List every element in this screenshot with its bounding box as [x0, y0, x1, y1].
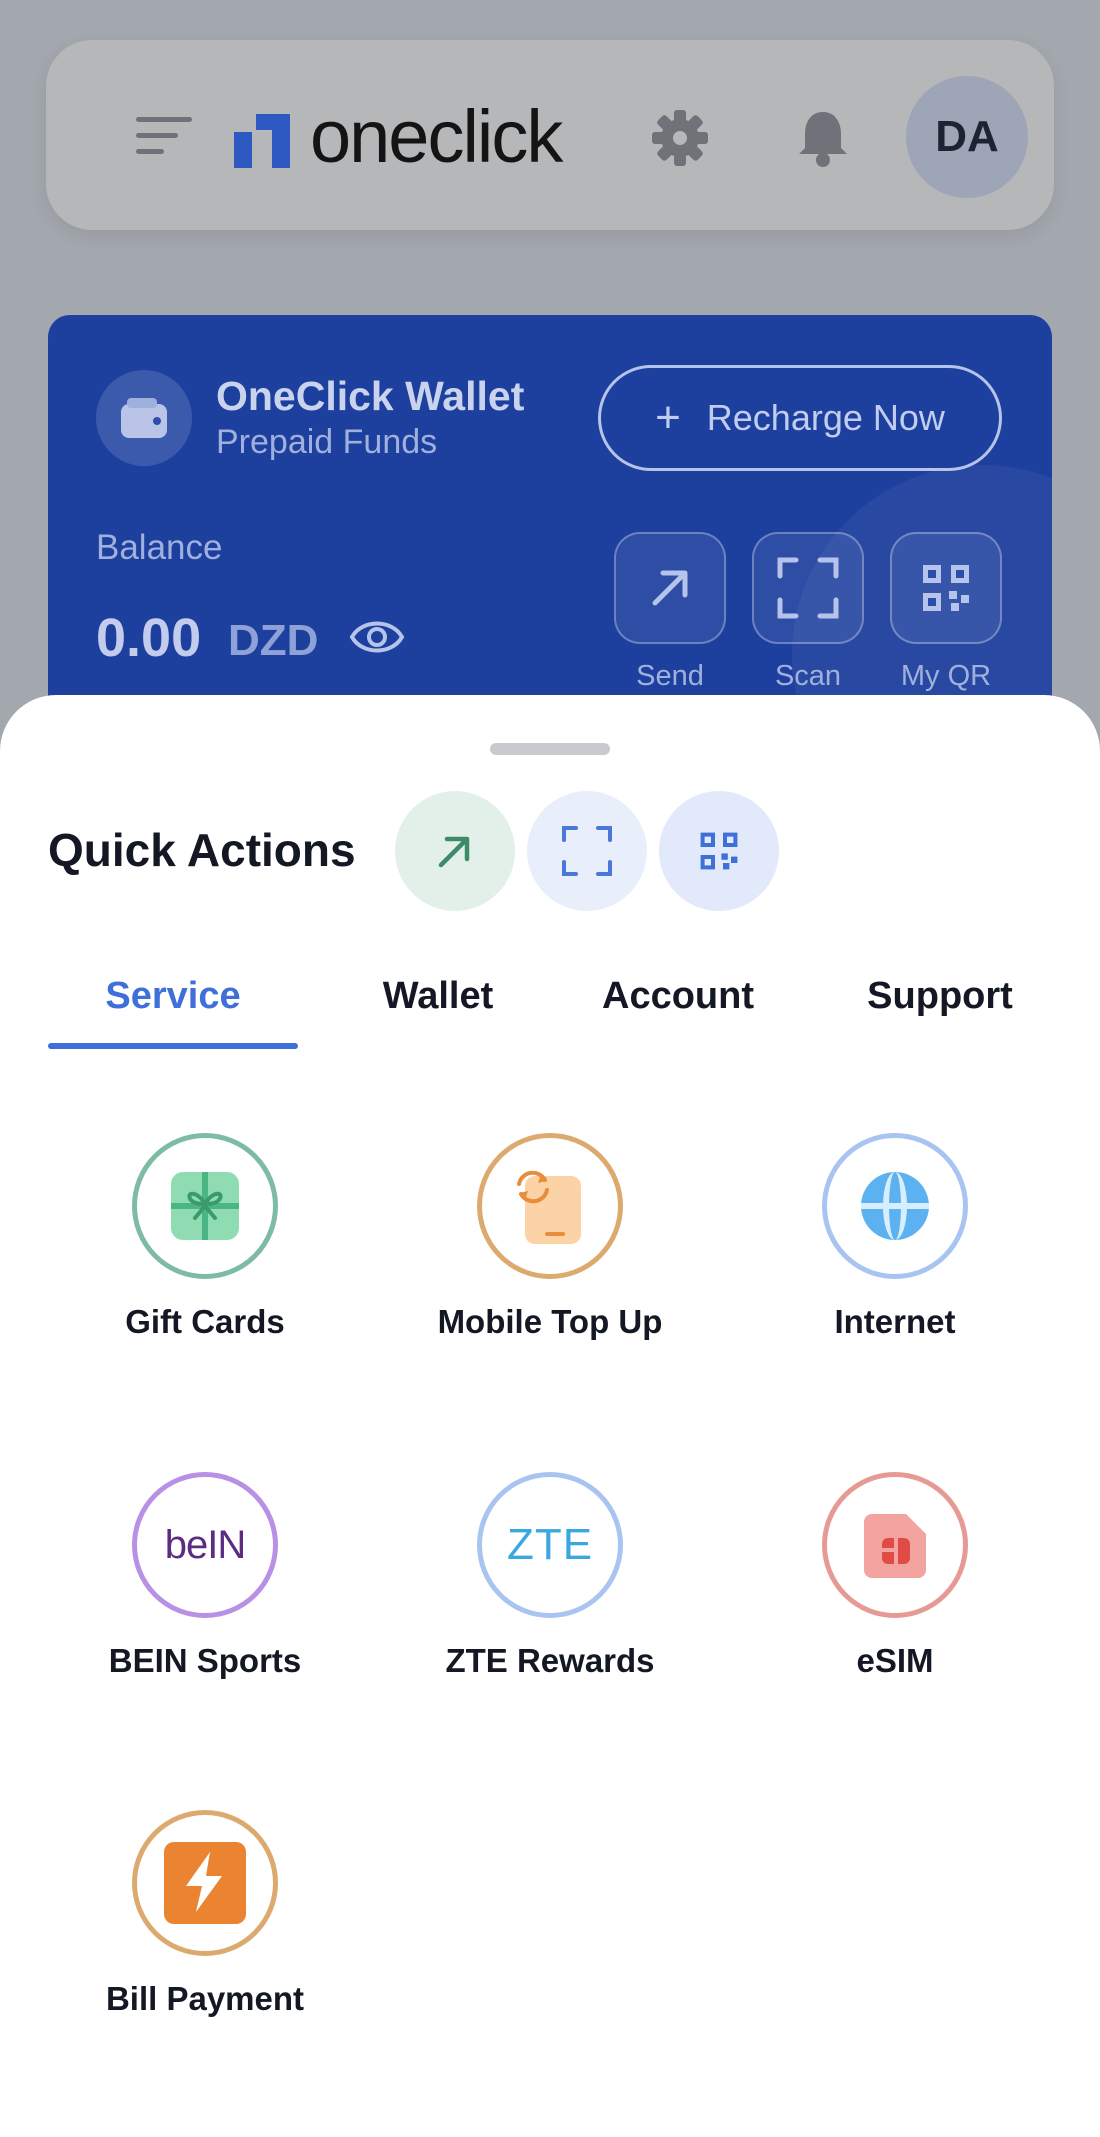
active-tab-indicator	[48, 1043, 298, 1049]
qr-code-icon	[700, 832, 738, 870]
arrow-up-right-icon	[652, 570, 688, 606]
menu-icon[interactable]	[136, 113, 192, 157]
bottom-sheet: Quick Actions Service Wallet Account Sup…	[0, 695, 1100, 2137]
tab-support[interactable]: Support	[828, 965, 1052, 1049]
service-mobile-top-up[interactable]: Mobile Top Up	[400, 1133, 700, 1341]
gear-icon[interactable]	[650, 108, 710, 168]
tab-account[interactable]: Account	[568, 965, 788, 1049]
bell-icon[interactable]	[795, 108, 851, 168]
bein-logo-icon: beIN	[132, 1472, 278, 1618]
balance-currency: DZD	[228, 616, 319, 665]
my-qr-card-button[interactable]	[890, 532, 1002, 644]
globe-icon	[822, 1133, 968, 1279]
wallet-card: OneClick Wallet Prepaid Funds + Recharge…	[48, 315, 1052, 735]
zte-logo-icon: ZTE	[477, 1472, 623, 1618]
service-internet[interactable]: Internet	[745, 1133, 1045, 1341]
service-bill-payment[interactable]: Bill Payment	[55, 1810, 355, 2018]
balance-label: Balance	[96, 528, 223, 567]
service-label: Internet	[834, 1303, 956, 1340]
balance-amount: 0.00	[96, 608, 202, 668]
recharge-now-button[interactable]: + Recharge Now	[598, 365, 1002, 471]
avatar[interactable]: DA	[906, 76, 1028, 198]
lightning-icon	[132, 1810, 278, 1956]
scan-icon	[562, 826, 612, 876]
sim-card-icon	[822, 1472, 968, 1618]
my-qr-label: My QR	[900, 660, 992, 692]
gift-icon	[132, 1133, 278, 1279]
recharge-label: Recharge Now	[706, 397, 945, 438]
brand-logo-text: oneclick	[310, 95, 563, 178]
service-zte-rewards[interactable]: ZTE ZTE Rewards	[400, 1472, 700, 1680]
arrow-up-right-icon	[438, 836, 470, 868]
service-label: eSIM	[856, 1642, 934, 1679]
logo-mark-icon	[234, 114, 290, 168]
send-label: Send	[636, 660, 704, 692]
service-label: ZTE Rewards	[445, 1642, 655, 1679]
quick-scan-button[interactable]	[527, 791, 647, 911]
scan-icon	[777, 557, 839, 619]
service-label: Mobile Top Up	[437, 1303, 663, 1340]
wallet-title: OneClick Wallet	[216, 373, 525, 419]
service-label: Bill Payment	[105, 1980, 305, 2017]
service-bein-sports[interactable]: beIN BEIN Sports	[55, 1472, 355, 1680]
quick-my-qr-button[interactable]	[659, 791, 779, 911]
quick-actions-title: Quick Actions	[48, 824, 356, 876]
qr-code-icon	[923, 565, 969, 611]
mobile-refresh-icon	[477, 1133, 623, 1279]
service-gift-cards[interactable]: Gift Cards	[55, 1133, 355, 1341]
wallet-subtitle: Prepaid Funds	[216, 423, 438, 461]
sheet-grabber[interactable]	[490, 743, 610, 755]
service-label: BEIN Sports	[108, 1642, 302, 1679]
wallet-icon	[96, 370, 192, 466]
service-label: Gift Cards	[125, 1303, 285, 1340]
eye-icon[interactable]	[348, 611, 406, 663]
plus-icon: +	[655, 393, 681, 442]
service-esim[interactable]: eSIM	[745, 1472, 1045, 1680]
tab-wallet[interactable]: Wallet	[338, 965, 538, 1049]
tab-bar: Service Wallet Account Support	[48, 965, 1052, 1049]
tab-service[interactable]: Service	[48, 965, 298, 1049]
send-card-button[interactable]	[614, 532, 726, 644]
scan-card-button[interactable]	[752, 532, 864, 644]
scan-label: Scan	[774, 660, 842, 692]
quick-send-button[interactable]	[395, 791, 515, 911]
